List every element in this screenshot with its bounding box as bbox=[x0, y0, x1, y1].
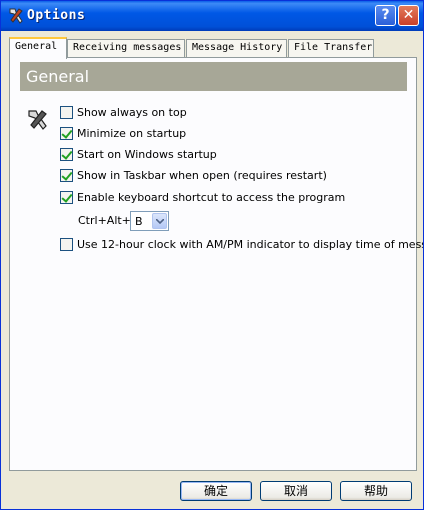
cancel-button[interactable]: 取消 bbox=[260, 481, 332, 501]
section-title: General bbox=[26, 67, 90, 86]
window-title: Options bbox=[27, 8, 86, 23]
ok-button[interactable]: 确定 bbox=[180, 481, 252, 501]
section-header: General bbox=[20, 62, 407, 91]
tab-receiving-messages[interactable]: Receiving messages bbox=[67, 39, 185, 57]
options-window: Options ? ✕ General Receiving messages M… bbox=[0, 0, 424, 510]
option-label: Show always on top bbox=[77, 106, 187, 119]
shortcut-key-value: B bbox=[135, 215, 143, 228]
tools-icon bbox=[9, 8, 23, 24]
checkbox[interactable] bbox=[60, 169, 73, 182]
general-panel: General Show always on top Minimize on s… bbox=[9, 57, 423, 471]
option-label: Use 12-hour clock with AM/PM indicator t… bbox=[77, 238, 424, 251]
checkbox[interactable] bbox=[60, 148, 73, 161]
shortcut-label: Ctrl+Alt+ bbox=[78, 214, 131, 227]
tab-file-transfer[interactable]: File Transfer bbox=[288, 39, 374, 57]
title-bar[interactable]: Options ? ✕ bbox=[1, 1, 423, 31]
option-label: Minimize on startup bbox=[77, 127, 187, 140]
tab-general[interactable]: General bbox=[9, 37, 67, 59]
titlebar-help-button[interactable]: ? bbox=[375, 5, 396, 26]
titlebar-close-button[interactable]: ✕ bbox=[398, 5, 419, 26]
shortcut-key-select[interactable]: B bbox=[130, 211, 169, 231]
tools-icon bbox=[28, 110, 47, 130]
chevron-down-icon bbox=[156, 219, 164, 224]
checkbox[interactable] bbox=[60, 238, 73, 251]
tab-message-history[interactable]: Message History bbox=[186, 39, 287, 57]
option-label: Start on Windows startup bbox=[77, 148, 217, 161]
dropdown-button[interactable] bbox=[152, 213, 167, 229]
help-button[interactable]: 帮助 bbox=[340, 481, 412, 501]
checkbox[interactable] bbox=[60, 191, 73, 204]
option-label: Show in Taskbar when open (requires rest… bbox=[77, 169, 327, 182]
checkbox[interactable] bbox=[60, 106, 73, 119]
option-label: Enable keyboard shortcut to access the p… bbox=[77, 191, 346, 204]
checkbox[interactable] bbox=[60, 127, 73, 140]
